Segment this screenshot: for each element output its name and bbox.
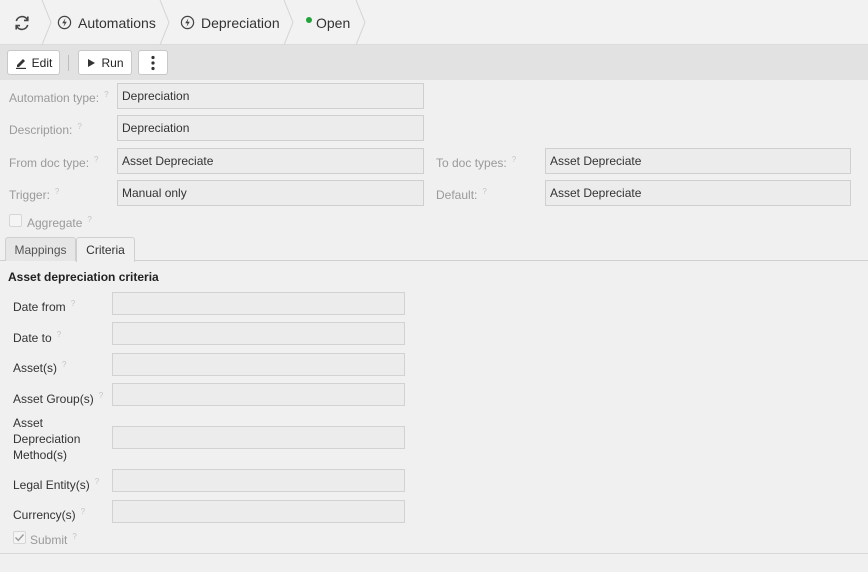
- trigger-field[interactable]: Manual only: [117, 180, 424, 206]
- refresh-icon[interactable]: [12, 13, 32, 33]
- pencil-icon: [15, 58, 26, 69]
- from-doc-type-label: From doc type:?: [9, 155, 99, 170]
- automation-type-label: Automation type:?: [9, 90, 109, 105]
- to-doc-types-field[interactable]: Asset Depreciate: [545, 148, 851, 174]
- asset-groups-label: Asset Group(s)?: [13, 391, 104, 406]
- breadcrumb-depreciation[interactable]: Depreciation: [180, 0, 280, 45]
- help-icon: ?: [56, 330, 62, 339]
- help-icon: ?: [80, 507, 86, 516]
- section-title: Asset depreciation criteria: [8, 270, 159, 284]
- kebab-menu-icon: [151, 55, 155, 70]
- run-label: Run: [101, 55, 124, 70]
- section-divider: [0, 553, 868, 554]
- breadcrumb: Automations Depreciation Open: [0, 0, 868, 45]
- tab-mappings[interactable]: Mappings: [5, 237, 76, 261]
- date-from-label: Date from?: [13, 299, 76, 314]
- help-icon: ?: [72, 532, 77, 541]
- status-badge: Open: [306, 0, 350, 45]
- edit-button[interactable]: Edit: [7, 50, 60, 75]
- help-icon: ?: [62, 360, 67, 369]
- toolbar: Edit Run: [0, 45, 868, 80]
- description-label: Description:?: [9, 122, 82, 137]
- date-to-label: Date to?: [13, 330, 62, 345]
- date-to-field[interactable]: [112, 322, 405, 345]
- help-icon: ?: [87, 215, 92, 224]
- legal-entities-field[interactable]: [112, 469, 405, 492]
- assets-field[interactable]: [112, 353, 405, 376]
- default-label: Default:?: [436, 187, 487, 202]
- bolt-icon: [57, 15, 72, 30]
- automation-type-field[interactable]: Depreciation: [117, 83, 424, 109]
- breadcrumb-automations[interactable]: Automations: [57, 0, 156, 45]
- legal-entities-label: Legal Entity(s)?: [13, 477, 100, 492]
- submit-label: Submit?: [30, 532, 77, 547]
- trigger-label: Trigger:?: [9, 187, 60, 202]
- tab-criteria[interactable]: Criteria: [76, 237, 135, 262]
- help-icon: ?: [94, 477, 100, 486]
- breadcrumb-separator: [41, 0, 52, 45]
- checkmark-icon: [15, 534, 25, 542]
- default-field[interactable]: Asset Depreciate: [545, 180, 851, 206]
- automation-page: Automations Depreciation Open Edit Run A…: [0, 0, 868, 572]
- toolbar-divider: [68, 55, 69, 71]
- status-dot-icon: [306, 16, 312, 23]
- more-options-button[interactable]: [138, 50, 168, 75]
- assets-label: Asset(s)?: [13, 360, 67, 375]
- breadcrumb-label: Depreciation: [201, 14, 280, 31]
- date-from-field[interactable]: [112, 292, 405, 315]
- help-icon: ?: [104, 90, 109, 99]
- play-icon: [88, 58, 96, 67]
- aggregate-label: Aggregate?: [27, 215, 92, 230]
- bolt-icon: [180, 15, 195, 30]
- aggregate-checkbox[interactable]: [9, 214, 22, 227]
- help-icon: ?: [511, 155, 517, 164]
- to-doc-types-label: To doc types:?: [436, 155, 517, 170]
- from-doc-type-field[interactable]: Asset Depreciate: [117, 148, 424, 174]
- breadcrumb-separator: [355, 0, 366, 45]
- depreciation-methods-label: Asset Depreciation Method(s): [13, 416, 81, 462]
- help-icon: ?: [77, 122, 82, 131]
- asset-groups-field[interactable]: [112, 383, 405, 406]
- help-icon: ?: [70, 299, 76, 308]
- breadcrumb-separator: [283, 0, 294, 45]
- currencies-field[interactable]: [112, 500, 405, 523]
- help-icon: ?: [482, 187, 487, 196]
- status-label: Open: [316, 14, 351, 31]
- help-icon: ?: [98, 391, 104, 400]
- edit-label: Edit: [31, 55, 53, 70]
- submit-checkbox[interactable]: [13, 531, 26, 544]
- depreciation-methods-field[interactable]: [112, 426, 405, 449]
- help-icon: ?: [54, 187, 60, 196]
- help-icon: ?: [94, 155, 99, 164]
- currencies-label: Currency(s)?: [13, 507, 86, 522]
- description-field[interactable]: Depreciation: [117, 115, 424, 141]
- breadcrumb-separator: [159, 0, 170, 45]
- run-button[interactable]: Run: [78, 50, 132, 75]
- breadcrumb-label: Automations: [78, 14, 156, 31]
